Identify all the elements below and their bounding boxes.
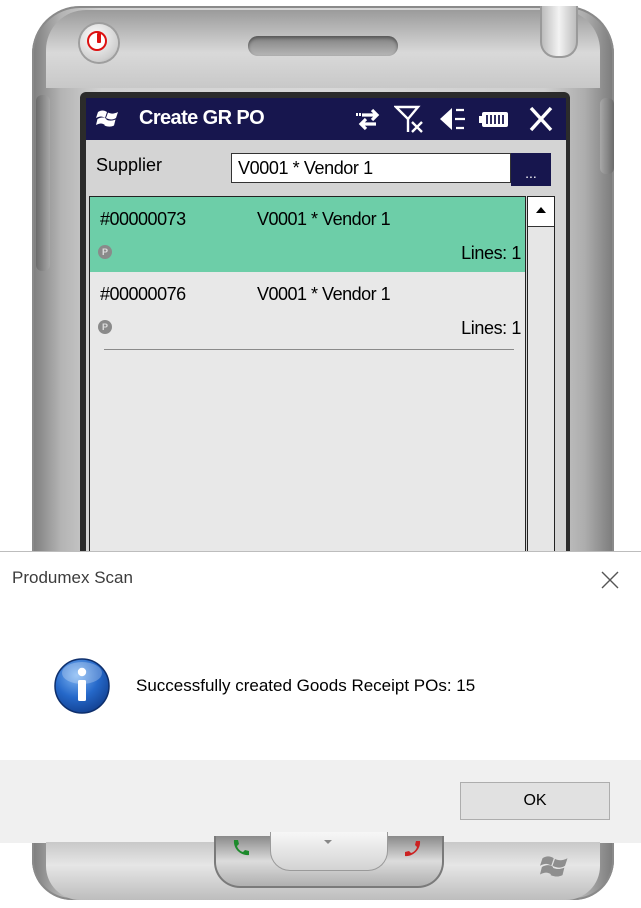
message-dialog: Produmex Scan Successfully created Goods… xyxy=(0,551,641,843)
windows-logo-icon[interactable] xyxy=(96,107,120,131)
supplier-label: Supplier xyxy=(96,155,163,175)
dialog-title: Produmex Scan xyxy=(12,568,133,587)
list-divider xyxy=(104,349,514,350)
po-vendor: V0001 * Vendor 1 xyxy=(257,209,391,229)
sync-icon[interactable] xyxy=(354,104,384,134)
navigation-pad xyxy=(214,832,444,888)
power-button-icon[interactable] xyxy=(80,24,118,62)
supplier-row: Supplier ... xyxy=(86,140,566,192)
list-item[interactable]: #00000073 V0001 * Vendor 1 P Lines: 1 xyxy=(90,197,525,272)
call-answer-icon[interactable] xyxy=(230,838,250,858)
dpad-button[interactable] xyxy=(270,832,388,871)
side-button-right[interactable] xyxy=(600,98,614,174)
po-list[interactable]: #00000073 V0001 * Vendor 1 P Lines: 1 #0… xyxy=(89,196,526,558)
ok-button[interactable]: OK xyxy=(460,782,610,820)
side-button-left[interactable] xyxy=(36,95,50,271)
supplier-input[interactable] xyxy=(231,153,511,183)
scroll-up-arrow-icon[interactable] xyxy=(528,197,554,227)
po-number: #00000076 xyxy=(100,284,186,304)
info-icon xyxy=(54,658,110,714)
windows-logo-icon[interactable] xyxy=(540,852,570,882)
call-end-icon[interactable] xyxy=(402,838,424,860)
browse-supplier-button[interactable]: ... xyxy=(511,153,551,186)
po-number: #00000073 xyxy=(100,209,186,229)
title-bar: Create GR PO xyxy=(86,98,566,140)
speaker-muted-icon[interactable] xyxy=(438,104,468,134)
dialog-message: Successfully created Goods Receipt POs: … xyxy=(136,676,476,695)
speaker-grille xyxy=(248,36,398,56)
po-lines: Lines: 1 xyxy=(461,243,521,263)
list-item[interactable]: #00000076 V0001 * Vendor 1 P Lines: 1 xyxy=(90,272,525,347)
device-bottom-bezel xyxy=(46,832,600,900)
close-icon[interactable] xyxy=(526,104,556,134)
stylus-holder xyxy=(540,6,578,58)
po-lines: Lines: 1 xyxy=(461,318,521,338)
priority-badge-icon: P xyxy=(98,245,112,259)
priority-badge-icon: P xyxy=(98,320,112,334)
battery-icon[interactable] xyxy=(478,104,512,134)
no-signal-icon[interactable] xyxy=(394,104,426,134)
dialog-footer: OK xyxy=(0,760,641,843)
dialog-close-icon[interactable] xyxy=(590,562,630,598)
list-scrollbar[interactable] xyxy=(527,196,555,558)
device-screen: Create GR PO Supplier V0001 * Vendor 1 .… xyxy=(86,98,566,558)
page-title: Create GR PO xyxy=(139,107,265,129)
po-vendor: V0001 * Vendor 1 xyxy=(257,284,391,304)
